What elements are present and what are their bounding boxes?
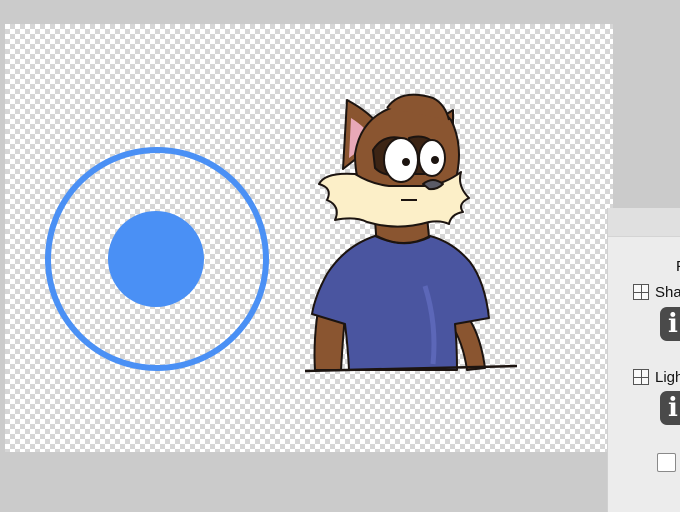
artwork	[45, 93, 518, 373]
layer-grid-icon	[633, 284, 649, 300]
panel-header	[608, 208, 680, 237]
layer-label: Sha	[655, 283, 680, 301]
visibility-checkbox[interactable]	[657, 453, 676, 472]
app-window: F Sha i Ligh i	[0, 0, 680, 512]
layer-grid-icon	[633, 369, 649, 385]
panel-title: F	[676, 258, 680, 275]
target-circle-icon[interactable]	[45, 147, 269, 371]
info-button[interactable]: i	[660, 307, 680, 341]
layers-panel: F Sha i Ligh i	[607, 208, 680, 512]
info-button[interactable]: i	[660, 391, 680, 425]
layer-row-shadow[interactable]: Sha	[633, 282, 680, 302]
fox-character[interactable]	[304, 93, 518, 373]
layer-row-light[interactable]: Ligh	[633, 367, 680, 387]
layer-label: Ligh	[655, 368, 680, 386]
document-canvas[interactable]	[5, 24, 613, 452]
